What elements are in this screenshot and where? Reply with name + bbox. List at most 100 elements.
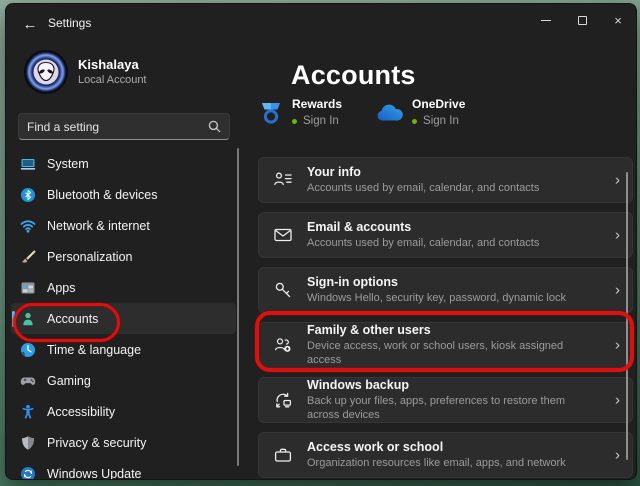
windows-backup-icon (273, 390, 293, 410)
close-icon: × (614, 14, 622, 27)
card-title: Family & other users (307, 322, 598, 339)
card-sign-in-options[interactable]: Sign-in options Windows Hello, security … (258, 267, 633, 313)
sign-in-link: Sign In (423, 115, 459, 127)
bluetooth-icon (20, 187, 36, 203)
sidebar-item-label: Time & language (47, 343, 141, 357)
page-title: Accounts (291, 60, 416, 91)
sidebar-item-label: Network & internet (47, 219, 150, 233)
time-language-icon (20, 342, 36, 358)
email-accounts-icon (273, 225, 293, 245)
alien-logo-icon (24, 50, 68, 94)
status-dot-icon (412, 119, 417, 124)
rewards-icon (258, 100, 284, 126)
minimize-icon (541, 20, 551, 21)
search-box[interactable] (18, 113, 230, 140)
sidebar-item-personalization[interactable]: Personalization (11, 241, 236, 272)
sidebar-item-label: Apps (47, 281, 76, 295)
promo-row: Rewards Sign In OneDrive (258, 97, 465, 127)
close-button[interactable]: × (600, 4, 636, 36)
card-windows-backup[interactable]: Windows backup Back up your files, apps,… (258, 377, 633, 423)
accounts-icon (20, 311, 36, 327)
card-description: Device access, work or school users, kio… (307, 339, 598, 368)
sidebar-item-label: Gaming (47, 374, 91, 388)
sidebar-item-windows-update[interactable]: Windows Update (11, 458, 236, 480)
card-description: Back up your files, apps, preferences to… (307, 394, 598, 423)
back-arrow-icon: ← (23, 16, 38, 33)
onedrive-icon (374, 100, 404, 126)
sidebar-item-accounts[interactable]: Accounts (11, 303, 236, 334)
apps-icon (20, 280, 36, 296)
card-description: Accounts used by email, calendar, and co… (307, 236, 539, 250)
status-dot-icon (292, 119, 297, 124)
card-title: Access work or school (307, 439, 566, 456)
maximize-icon (578, 16, 587, 25)
card-family-other-users[interactable]: Family & other users Device access, work… (258, 322, 633, 368)
card-title: Your info (307, 164, 539, 181)
minimize-button[interactable] (528, 4, 564, 36)
chevron-right-icon: › (615, 227, 620, 244)
chevron-right-icon: › (615, 447, 620, 464)
card-description: Accounts used by email, calendar, and co… (307, 181, 539, 195)
sidebar: Kishalaya Local Account System (6, 42, 244, 479)
sign-in-options-icon (273, 280, 293, 300)
window-title: Settings (48, 16, 91, 30)
card-title: Windows backup (307, 377, 598, 394)
chevron-right-icon: › (615, 337, 620, 354)
search-icon (208, 120, 221, 133)
sidebar-item-label: Accounts (47, 312, 98, 326)
avatar[interactable] (24, 50, 68, 94)
chevron-right-icon: › (615, 392, 620, 409)
sidebar-item-label: Personalization (47, 250, 132, 264)
chevron-right-icon: › (615, 282, 620, 299)
gaming-icon (20, 373, 36, 389)
sidebar-item-apps[interactable]: Apps (11, 272, 236, 303)
card-email-accounts[interactable]: Email & accounts Accounts used by email,… (258, 212, 633, 258)
card-description: Organization resources like email, apps,… (307, 456, 566, 470)
settings-window: ← Settings × (5, 3, 637, 480)
user-account-type: Local Account (78, 74, 147, 86)
card-title: Email & accounts (307, 219, 539, 236)
system-icon (20, 156, 36, 172)
rewards-label: Rewards (292, 97, 342, 111)
sidebar-item-label: Windows Update (47, 467, 142, 481)
sign-in-link: Sign In (303, 115, 339, 127)
sidebar-item-label: Accessibility (47, 405, 115, 419)
sidebar-item-privacy-security[interactable]: Privacy & security (11, 427, 236, 458)
sidebar-item-accessibility[interactable]: Accessibility (11, 396, 236, 427)
rewards-promo[interactable]: Rewards Sign In (258, 97, 342, 127)
access-work-school-icon (273, 445, 293, 465)
personalization-icon (20, 249, 36, 265)
settings-card-list: Your info Accounts used by email, calend… (258, 157, 633, 480)
windows-update-icon (20, 466, 36, 481)
sidebar-item-time-language[interactable]: Time & language (11, 334, 236, 365)
maximize-button[interactable] (564, 4, 600, 36)
sidebar-item-label: Privacy & security (47, 436, 146, 450)
selected-indicator (12, 311, 15, 327)
sidebar-item-gaming[interactable]: Gaming (11, 365, 236, 396)
sidebar-item-bluetooth[interactable]: Bluetooth & devices (11, 179, 236, 210)
privacy-security-icon (20, 435, 36, 451)
onedrive-status[interactable]: Sign In (412, 115, 465, 127)
sidebar-scrollbar[interactable] (237, 148, 239, 466)
sidebar-item-system[interactable]: System (11, 148, 236, 179)
rewards-status[interactable]: Sign In (292, 115, 342, 127)
sidebar-item-label: System (47, 157, 89, 171)
family-other-users-icon (273, 335, 293, 355)
sidebar-item-network[interactable]: Network & internet (11, 210, 236, 241)
back-button[interactable]: ← (18, 12, 42, 36)
main-scrollbar[interactable] (626, 172, 629, 460)
search-input[interactable] (27, 120, 208, 134)
card-title: Sign-in options (307, 274, 566, 291)
network-icon (20, 218, 36, 234)
titlebar: ← Settings × (6, 4, 636, 42)
card-access-work-school[interactable]: Access work or school Organization resou… (258, 432, 633, 478)
sidebar-item-label: Bluetooth & devices (47, 188, 158, 202)
onedrive-label: OneDrive (412, 97, 465, 111)
onedrive-promo[interactable]: OneDrive Sign In (374, 97, 465, 127)
main-content: Accounts Rewards Sign In (244, 42, 636, 479)
sidebar-nav: System Bluetooth & devices Network (11, 148, 236, 480)
card-description: Windows Hello, security key, password, d… (307, 291, 566, 305)
card-your-info[interactable]: Your info Accounts used by email, calend… (258, 157, 633, 203)
accessibility-icon (20, 404, 36, 420)
chevron-right-icon: › (615, 172, 620, 189)
